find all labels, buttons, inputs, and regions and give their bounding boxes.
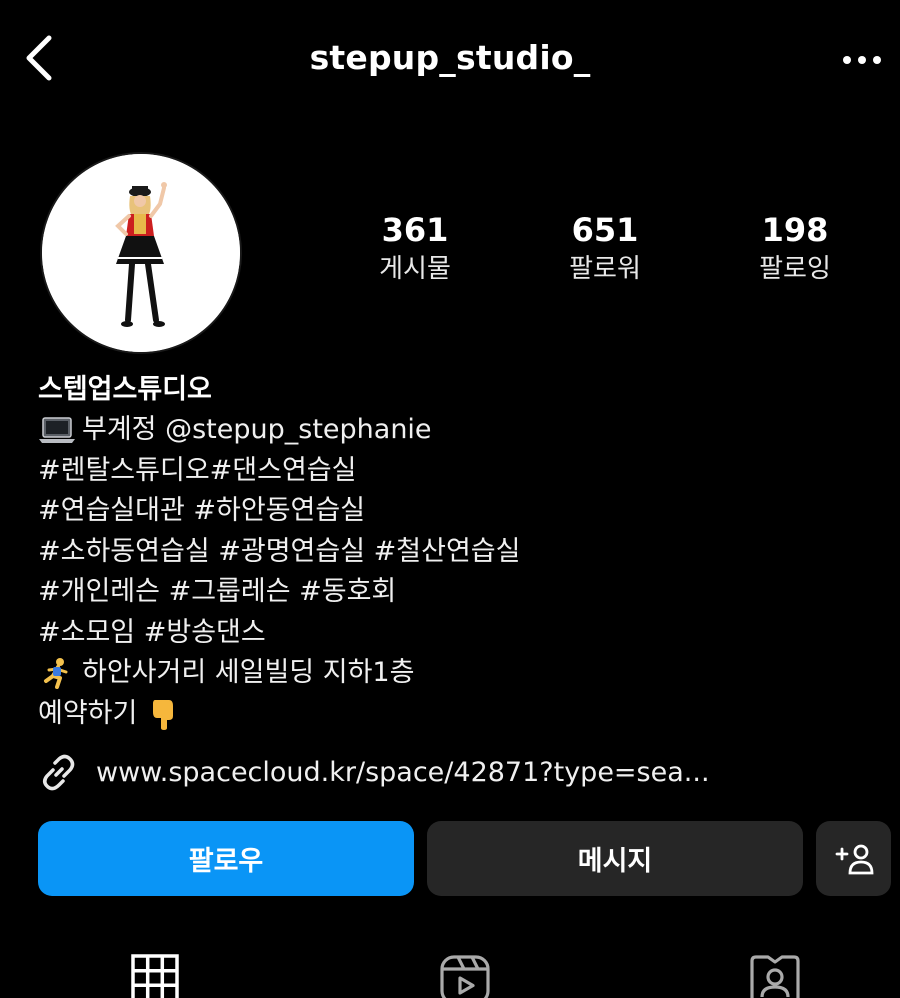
suggest-people-button[interactable] [816,821,891,896]
stat-posts[interactable]: 361 게시물 [335,208,495,286]
bio-line: #개인레슨 #그룹레슨 #동호회 [38,572,878,613]
top-bar: stepup_studio_ [0,0,900,118]
tab-grid[interactable] [125,953,185,998]
bio-line: #렌탈스튜디오#댄스연습실 [38,451,878,492]
reels-icon [440,955,490,998]
profile-tabs [0,945,900,998]
grid-icon [131,954,179,998]
bio-line: 부계정 @stepup_stephanie [38,410,878,451]
more-horizontal-icon [843,56,881,64]
bio-line: 예약하기 [38,694,878,735]
add-person-icon [835,844,873,874]
profile-avatar[interactable] [40,152,242,354]
tagged-icon [750,955,800,998]
running-person-icon [44,658,68,690]
bio-line-text: #렌탈스튜디오#댄스연습실 [38,454,357,486]
laptop-icon [39,417,75,444]
bio-line: #소하동연습실 #광명연습실 #철산연습실 [38,532,878,573]
bio-link[interactable]: www.spacecloud.kr/space/42871?type=sea..… [38,750,710,794]
link-icon [43,754,75,791]
display-name: 스텝업스튜디오 [38,374,212,405]
message-button[interactable]: 메시지 [427,821,803,896]
more-options-button[interactable] [840,40,884,80]
follow-button-label: 팔로우 [188,846,264,877]
bio-line-text: #소하동연습실 #광명연습실 #철산연습실 [38,535,521,567]
bio-line-text: #소모임 #방송댄스 [38,616,266,648]
bio-line-text: 하안사거리 세일빌딩 지하1층 [82,657,415,688]
stat-followers[interactable]: 651 팔로워 [525,208,685,286]
stat-followers-value: 651 [571,211,639,249]
bio-line-text: #연습실대관 #하안동연습실 [38,495,366,526]
follow-button[interactable]: 팔로우 [38,821,414,896]
profile-bio: 스텝업스튜디오 부계정 @stepup_stephanie #렌탈스튜디오#댄스… [38,370,878,734]
stat-following[interactable]: 198 팔로잉 [715,208,875,286]
bio-line-text: 부계정 @stepup_stephanie [82,414,432,445]
stat-following-label: 팔로잉 [759,254,831,284]
bio-line-text: #개인레슨 #그룹레슨 #동호회 [38,576,397,607]
stat-posts-value: 361 [381,211,449,249]
stat-followers-label: 팔로워 [569,254,641,284]
profile-username: stepup_studio_ [309,38,591,77]
bio-line-text: 예약하기 [38,697,138,729]
bio-line: #연습실대관 #하안동연습실 [38,491,878,532]
stat-posts-label: 게시물 [379,254,451,284]
pointing-down-icon [153,699,174,730]
tab-tagged[interactable] [745,953,805,998]
bio-line: #소모임 #방송댄스 [38,613,878,654]
avatar-dancer-image [42,154,240,352]
bio-line: 하안사거리 세일빌딩 지하1층 [38,653,878,694]
message-button-label: 메시지 [577,846,653,877]
stat-following-value: 198 [761,211,829,249]
bio-link-text: www.spacecloud.kr/space/42871?type=sea..… [96,756,710,788]
tab-reels[interactable] [435,953,495,998]
